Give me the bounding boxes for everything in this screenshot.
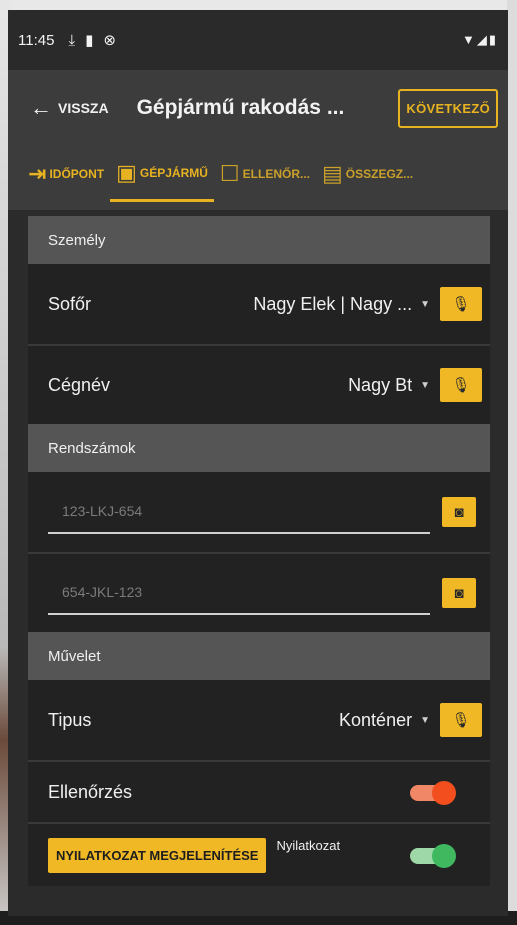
- plate-input-2[interactable]: 654-JKL-123: [48, 571, 430, 615]
- driver-mic-button[interactable]: 🎙: [440, 287, 482, 321]
- app-bar: ← VISSZA Gépjármű rakodás ... KÖVETKEZŐ: [8, 70, 508, 146]
- declaration-label: Nyilatkozat: [276, 838, 341, 853]
- tab-label: IDŐPONT: [49, 167, 105, 181]
- form-content: Személy Sofőr Nagy Elek | Nagy ... ▼ 🎙 C…: [8, 210, 508, 886]
- microphone-icon: 🎙: [451, 712, 471, 729]
- back-label: VISSZA: [58, 100, 109, 116]
- check-toggle[interactable]: [410, 781, 456, 805]
- tab-osszegzes[interactable]: ▤ ÖSSZEGZ...: [316, 146, 419, 202]
- tab-idopont[interactable]: ⇥ IDŐPONT: [22, 146, 110, 202]
- plate-row-2: 654-JKL-123 ◙: [28, 552, 490, 632]
- type-label: Tipus: [48, 709, 92, 730]
- section-header-plates: Rendszámok: [28, 424, 490, 472]
- microphone-icon: 🎙: [451, 296, 471, 313]
- dropdown-caret-icon: ▼: [420, 714, 430, 726]
- next-button[interactable]: KÖVETKEZŐ: [398, 88, 498, 128]
- arrow-left-icon: ←: [30, 95, 52, 120]
- status-bar: 11:45 ⤓ ▮ ⊗ ▼◢▮: [8, 10, 508, 70]
- company-row: Cégnév Nagy Bt ▼ 🎙: [28, 344, 490, 424]
- declaration-row: NYILATKOZAT MEGJELENÍTÉSE Nyilatkozat: [28, 822, 490, 886]
- driver-row: Sofőr Nagy Elek | Nagy ... ▼ 🎙: [28, 264, 490, 344]
- toggle-knob: [432, 781, 456, 805]
- phone-screen: 11:45 ⤓ ▮ ⊗ ▼◢▮ ← VISSZA Gépjármű rakodá…: [8, 10, 508, 916]
- status-time: 11:45: [18, 31, 55, 49]
- sd-card-icon: ▮: [85, 32, 94, 49]
- page-title: Gépjármű rakodás ...: [136, 96, 345, 119]
- background-wall-right: [507, 0, 517, 925]
- wifi-signal-battery-icons: ▼◢▮: [461, 32, 498, 47]
- driver-label: Sofőr: [48, 293, 92, 314]
- check-label: Ellenőrzés: [48, 781, 133, 802]
- section-header-person: Személy: [28, 216, 490, 264]
- company-label: Cégnév: [48, 374, 111, 395]
- plate2-camera-button[interactable]: ◙: [442, 578, 476, 608]
- microphone-icon: 🎙: [451, 377, 471, 394]
- tab-ellenorzes[interactable]: ☐ ELLENŐR...: [214, 146, 316, 202]
- step-tabs: ⇥ IDŐPONT ▣ GÉPJÁRMŰ ☐ ELLENŐR... ▤ ÖSSZ…: [8, 146, 508, 210]
- bus-icon: ▣: [116, 159, 137, 185]
- company-value: Nagy Bt: [348, 374, 413, 395]
- section-header-operation: Művelet: [28, 632, 490, 680]
- camera-icon: ◙: [454, 503, 464, 521]
- plate-row-1: 123-LKJ-654 ◙: [28, 472, 490, 552]
- sync-icon: ⊗: [103, 32, 116, 49]
- type-row: Tipus Konténer ▼ 🎙: [28, 680, 490, 760]
- summary-icon: ▤: [322, 161, 343, 186]
- dropdown-caret-icon: ▼: [420, 298, 430, 310]
- tab-label: GÉPJÁRMŰ: [139, 165, 208, 180]
- download-done-icon: ⤓: [68, 31, 76, 49]
- camera-icon: ◙: [454, 584, 464, 602]
- tab-gepjarmu[interactable]: ▣ GÉPJÁRMŰ: [110, 146, 214, 202]
- company-mic-button[interactable]: 🎙: [440, 368, 482, 402]
- type-select[interactable]: Konténer ▼: [339, 710, 430, 731]
- show-declaration-button[interactable]: NYILATKOZAT MEGJELENÍTÉSE: [48, 837, 267, 873]
- check-row: Ellenőrzés: [28, 760, 490, 822]
- tab-label: ÖSSZEGZ...: [345, 167, 414, 181]
- type-value: Konténer: [339, 709, 413, 730]
- declaration-toggle[interactable]: [410, 844, 456, 868]
- toggle-knob: [432, 844, 456, 868]
- driver-select[interactable]: Nagy Elek | Nagy ... ▼: [253, 294, 430, 315]
- plate1-camera-button[interactable]: ◙: [442, 497, 476, 527]
- dropdown-caret-icon: ▼: [420, 379, 430, 391]
- back-button[interactable]: ← VISSZA: [30, 95, 109, 121]
- tab-label: ELLENŐR...: [242, 167, 310, 181]
- driver-value: Nagy Elek | Nagy ...: [253, 293, 413, 314]
- login-icon: ⇥: [28, 161, 47, 186]
- plate-input-1[interactable]: 123-LKJ-654: [48, 490, 430, 534]
- company-select[interactable]: Nagy Bt ▼: [348, 375, 430, 396]
- clipboard-icon: ☐: [219, 161, 240, 186]
- type-mic-button[interactable]: 🎙: [440, 703, 482, 737]
